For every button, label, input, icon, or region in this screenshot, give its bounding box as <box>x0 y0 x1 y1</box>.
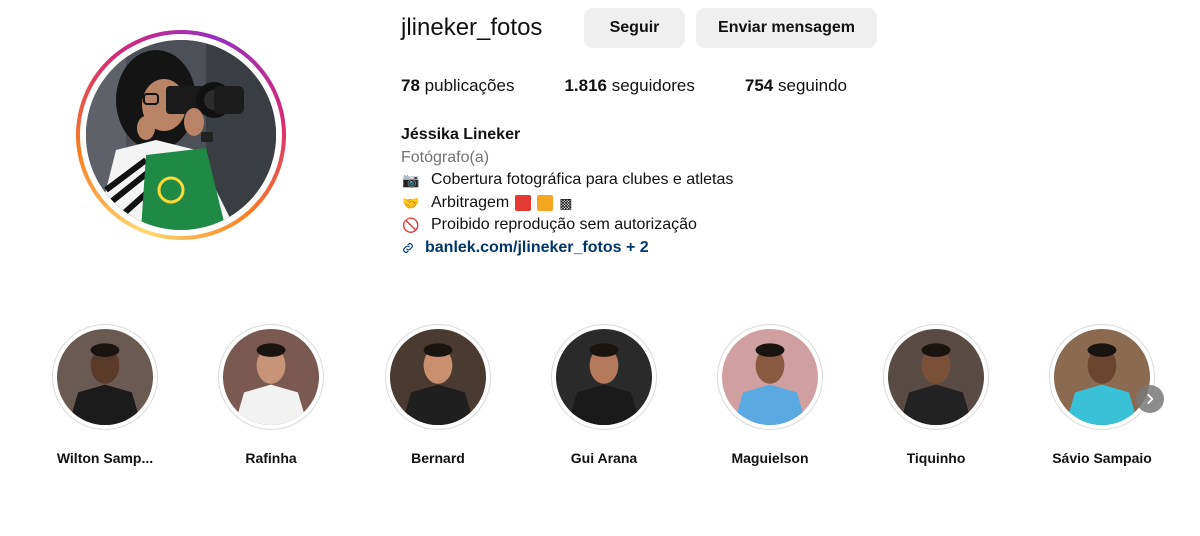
highlight-cover-ring <box>883 324 989 430</box>
prohibited-icon: 🚫 <box>402 217 420 233</box>
highlight-cover-ring <box>1049 324 1155 430</box>
highlight-cover-ring <box>551 324 657 430</box>
highlight-cover-photo <box>57 329 153 425</box>
highlight-item[interactable]: Rafinha <box>206 324 336 466</box>
chevron-right-icon <box>1147 394 1154 404</box>
bio-line-prohibited: 🚫 Proibido reprodução sem autorização <box>401 214 733 237</box>
link-icon <box>403 242 413 253</box>
followers-count: 1.816 <box>564 76 607 95</box>
posts-count: 78 <box>401 76 420 95</box>
highlight-cover-photo <box>556 329 652 425</box>
profile-stats: 78 publicações 1.816 seguidores 754 segu… <box>401 76 897 96</box>
highlight-item[interactable]: Wilton Samp... <box>40 324 170 466</box>
send-message-button[interactable]: Enviar mensagem <box>696 8 877 48</box>
bio-line-refereeing: 🤝 Arbitragem ▩ <box>401 192 733 215</box>
story-highlights: Wilton Samp... Rafinha Bernard Gui Arana Mag… <box>0 324 1200 474</box>
posts-label: publicações <box>424 76 515 95</box>
highlights-next-button[interactable] <box>1136 385 1164 413</box>
highlight-cover-ring <box>218 324 324 430</box>
highlight-label: Sávio Sampaio <box>1052 450 1152 466</box>
following-label: seguindo <box>778 76 848 95</box>
followers-stat[interactable]: 1.816 seguidores <box>564 76 694 96</box>
follow-button[interactable]: Seguir <box>584 8 685 48</box>
highlight-label: Tiquinho <box>906 450 966 466</box>
followers-label: seguidores <box>611 76 695 95</box>
highlight-label: Gui Arana <box>570 450 638 466</box>
handshake-icon: 🤝 <box>402 194 420 211</box>
highlight-cover-ring <box>385 324 491 430</box>
bio-category: Fotógrafo(a) <box>401 148 490 166</box>
highlight-cover-photo <box>1054 329 1150 425</box>
highlight-cover-photo <box>888 329 984 425</box>
bio-name: Jéssika Lineker <box>401 126 521 143</box>
red-card-icon <box>515 194 532 211</box>
bio-link[interactable]: banlek.com/jlineker_fotos + 2 <box>401 237 733 260</box>
following-stat[interactable]: 754 seguindo <box>745 76 847 96</box>
avatar-photo <box>86 40 276 230</box>
profile-bio: Jéssika Lineker Fotógrafo(a) 📷 Cobertura… <box>401 124 733 259</box>
avatar-inner-border <box>80 34 282 236</box>
highlight-item[interactable]: Bernard <box>373 324 503 466</box>
highlight-label: Maguielson <box>731 450 809 466</box>
highlight-label: Bernard <box>411 450 465 466</box>
yellow-card-icon <box>537 194 554 211</box>
profile-avatar[interactable] <box>76 30 286 240</box>
photographer-illustration <box>86 40 276 230</box>
bio-link-text: banlek.com/jlineker_fotos + 2 <box>425 238 649 256</box>
highlight-cover-ring <box>717 324 823 430</box>
highlight-label: Rafinha <box>245 450 297 466</box>
camera-icon: 📷 <box>402 172 420 188</box>
highlight-cover-photo <box>722 329 818 425</box>
highlight-cover-photo <box>390 329 486 425</box>
checkered-flag-icon: ▩ <box>559 194 573 211</box>
bio-line2-text: Arbitragem <box>431 193 510 211</box>
highlight-item[interactable]: Tiquinho <box>871 324 1001 466</box>
bio-line3-text: Proibido reprodução sem autorização <box>431 216 697 233</box>
bio-line-coverage: 📷 Cobertura fotográfica para clubes e at… <box>401 169 733 192</box>
bio-line1-text: Cobertura fotográfica para clubes e atle… <box>431 171 734 188</box>
highlight-item[interactable]: Gui Arana <box>539 324 669 466</box>
highlight-item[interactable]: Maguielson <box>705 324 835 466</box>
highlight-cover-ring <box>52 324 158 430</box>
profile-username: jlineker_fotos <box>401 14 543 41</box>
highlight-label: Wilton Samp... <box>56 450 154 466</box>
posts-stat: 78 publicações <box>401 76 514 96</box>
following-count: 754 <box>744 76 774 95</box>
highlight-cover-photo <box>223 329 319 425</box>
